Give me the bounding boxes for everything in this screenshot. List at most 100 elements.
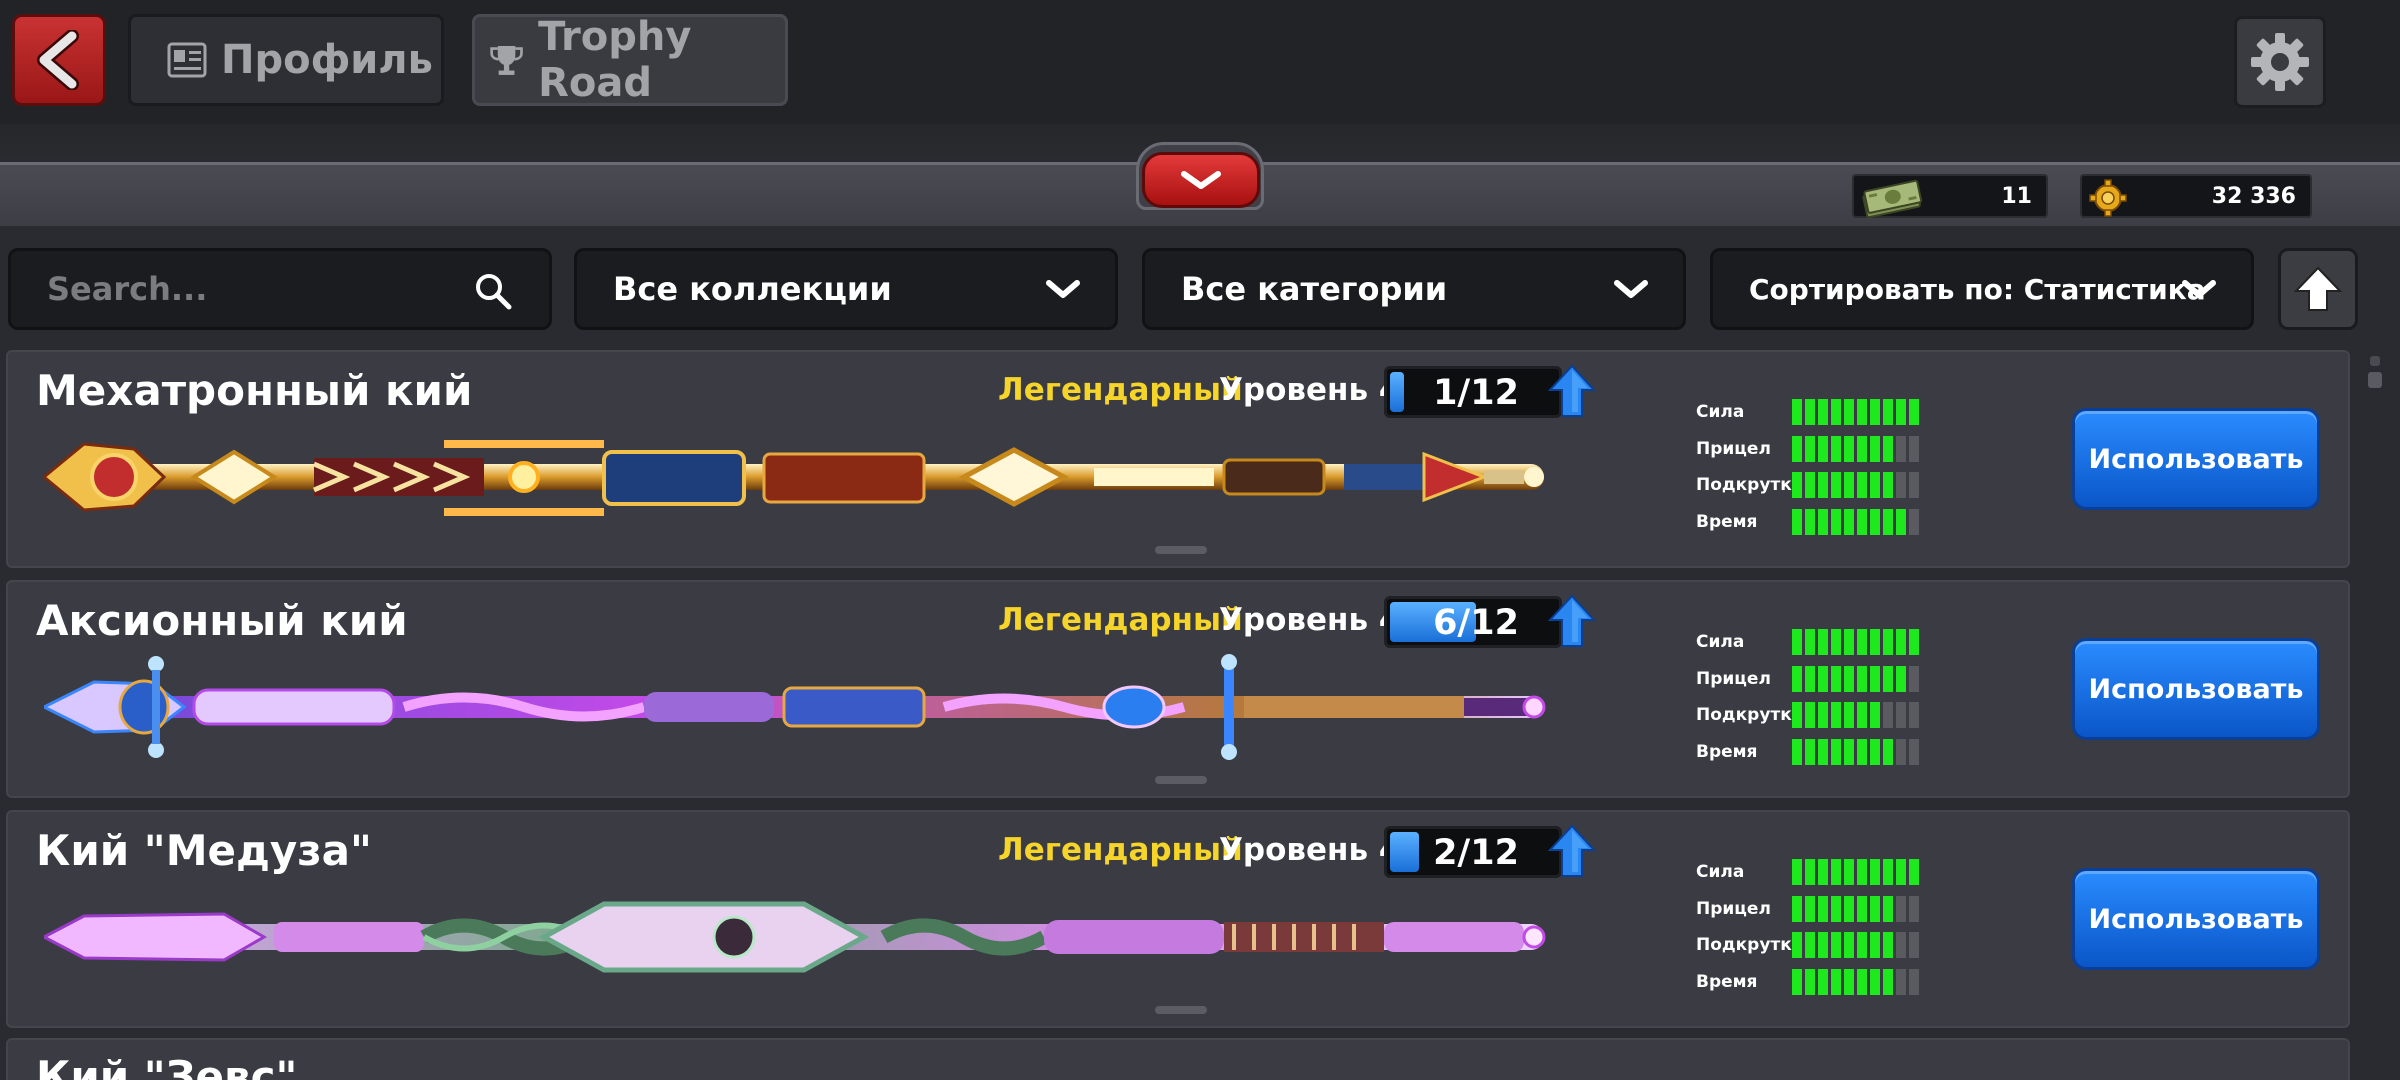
back-button[interactable]	[12, 14, 106, 106]
stat-bar-segment	[1818, 968, 1828, 995]
stat-label: Сила	[1696, 632, 1745, 653]
stat-bar-segment	[1805, 629, 1815, 656]
tab-profile-label: Профиль	[221, 37, 433, 83]
scrollbar-track[interactable]	[2370, 356, 2380, 366]
cue-name: Аксионный кий	[36, 596, 408, 645]
stat-bars	[1792, 629, 1919, 656]
stat-bars	[1792, 895, 1919, 922]
stat-bar-segment	[1883, 435, 1893, 462]
stat-bars	[1792, 932, 1919, 959]
expand-handle[interactable]	[1155, 546, 1207, 554]
stat-bar-segment	[1857, 508, 1867, 535]
stat-bar-segment	[1805, 472, 1815, 499]
cue-name: Кий "Зевс"	[36, 1052, 298, 1080]
tab-trophy-label: Trophy Road	[538, 14, 692, 106]
cash-amount: 11	[2001, 183, 2032, 209]
use-button[interactable]: Использовать	[2072, 638, 2320, 740]
stat-bar-segment	[1792, 702, 1802, 729]
sort-direction-button[interactable]	[2278, 248, 2358, 330]
stat-bar-segment	[1883, 665, 1893, 692]
back-arrow-icon	[37, 30, 79, 90]
stat-bar-segment	[1896, 859, 1906, 886]
use-button[interactable]: Использовать	[2072, 408, 2320, 510]
level-progress-bar: 2/12	[1384, 826, 1562, 878]
stat-bar-segment	[1857, 665, 1867, 692]
stat-bar-segment	[1792, 968, 1802, 995]
stat-bar-segment	[1805, 895, 1815, 922]
stat-label: Подкрутка	[1696, 475, 1804, 496]
level-progress-bar: 6/12	[1384, 596, 1562, 648]
gear-icon	[2251, 33, 2309, 91]
stat-bars	[1792, 472, 1919, 499]
stat-bar-segment	[1844, 629, 1854, 656]
cue-card[interactable]: Мехатронный кий Легендарный Уровень 4 1/12 С…	[6, 350, 2350, 568]
scrollbar-thumb[interactable]	[2368, 372, 2382, 388]
cash-balance: 11	[1852, 174, 2048, 218]
collapse-button[interactable]	[1142, 152, 1260, 208]
stat-bar-segment	[1805, 859, 1815, 886]
stat-bar-segment	[1818, 472, 1828, 499]
stat-bar-segment	[1831, 508, 1841, 535]
level-label: Уровень 4	[1219, 832, 1401, 868]
stat-bar-segment	[1831, 435, 1841, 462]
stat-bar-segment	[1870, 508, 1880, 535]
cue-card-partial[interactable]: Кий "Зевс"	[6, 1038, 2350, 1080]
chevron-down-icon	[1614, 280, 1648, 298]
stat-bar-segment	[1909, 738, 1919, 765]
coin-icon	[2089, 179, 2127, 217]
level-label: Уровень 4	[1219, 602, 1401, 638]
tab-profile[interactable]: Профиль	[128, 14, 444, 106]
stat-bar-segment	[1870, 665, 1880, 692]
stat-label: Время	[1696, 511, 1758, 532]
stat-bar-segment	[1805, 932, 1815, 959]
stat-bar-segment	[1805, 435, 1815, 462]
use-button[interactable]: Использовать	[2072, 868, 2320, 970]
stat-bar-segment	[1831, 399, 1841, 426]
progress-text: 1/12	[1433, 373, 1519, 413]
stat-bar-segment	[1870, 399, 1880, 426]
cue-name: Кий "Медуза"	[36, 826, 372, 875]
expand-handle[interactable]	[1155, 1006, 1207, 1014]
rarity-label: Легендарный	[998, 372, 1243, 408]
cue-card[interactable]: Аксионный кий Легендарный Уровень 4 6/12 Сил…	[6, 580, 2350, 798]
level-progress-bar: 1/12	[1384, 366, 1562, 418]
stat-bar-segment	[1896, 968, 1906, 995]
rarity-label: Легендарный	[998, 602, 1243, 638]
stat-row: Прицел	[1696, 891, 1919, 928]
stat-bars	[1792, 968, 1919, 995]
coins-amount: 32 336	[2211, 183, 2296, 209]
stat-bar-segment	[1818, 702, 1828, 729]
stat-bar-segment	[1818, 399, 1828, 426]
stat-bar-segment	[1857, 895, 1867, 922]
stat-bar-segment	[1857, 859, 1867, 886]
tab-trophy-road[interactable]: Trophy Road	[472, 14, 788, 106]
stat-bar-segment	[1909, 895, 1919, 922]
stat-bar-segment	[1883, 472, 1893, 499]
stat-row: Сила	[1696, 394, 1919, 431]
coins-balance: 32 336	[2080, 174, 2312, 218]
search-box[interactable]	[8, 248, 552, 330]
stat-bar-segment	[1844, 738, 1854, 765]
expand-handle[interactable]	[1155, 776, 1207, 784]
stat-row: Время	[1696, 964, 1919, 1001]
cash-icon	[1862, 179, 1923, 218]
settings-button[interactable]	[2234, 16, 2326, 108]
search-icon[interactable]	[473, 271, 513, 311]
stat-bar-segment	[1896, 472, 1906, 499]
stat-bar-segment	[1909, 968, 1919, 995]
category-dropdown[interactable]: Все категории	[1142, 248, 1686, 330]
stat-bar-segment	[1896, 932, 1906, 959]
sort-dropdown[interactable]: Сортировать по: Статистика	[1710, 248, 2254, 330]
trophy-icon	[490, 45, 523, 75]
chevron-down-icon	[1181, 171, 1221, 189]
stat-row: Подкрутка	[1696, 697, 1919, 734]
stat-bar-segment	[1870, 895, 1880, 922]
stat-bar-segment	[1896, 629, 1906, 656]
collection-dropdown[interactable]: Все коллекции	[574, 248, 1118, 330]
stat-bar-segment	[1792, 932, 1802, 959]
stat-row: Сила	[1696, 854, 1919, 891]
stat-bar-segment	[1870, 435, 1880, 462]
search-input[interactable]	[47, 270, 467, 308]
stat-bar-segment	[1805, 738, 1815, 765]
cue-card[interactable]: Кий "Медуза" Легендарный Уровень 4 2/12 Сила…	[6, 810, 2350, 1028]
